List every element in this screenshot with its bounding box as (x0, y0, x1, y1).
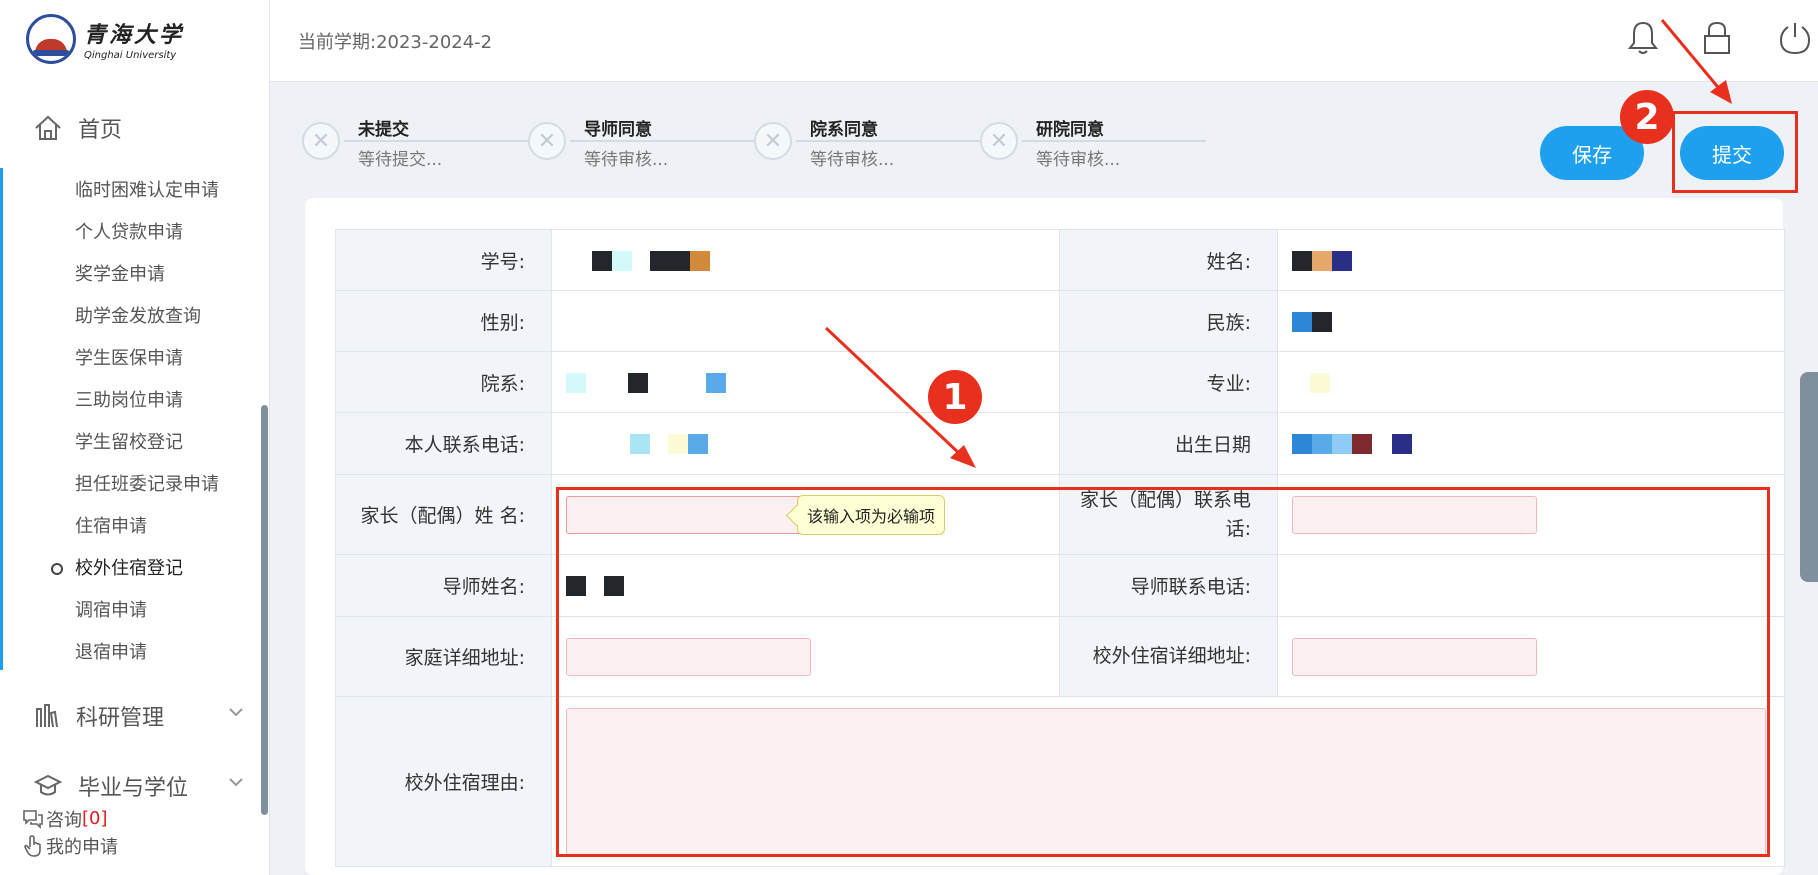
annotation-arrows (824, 19, 1732, 468)
annotation-badge-2: 2 (1620, 90, 1674, 144)
annotation-badge-1: 1 (928, 370, 982, 424)
